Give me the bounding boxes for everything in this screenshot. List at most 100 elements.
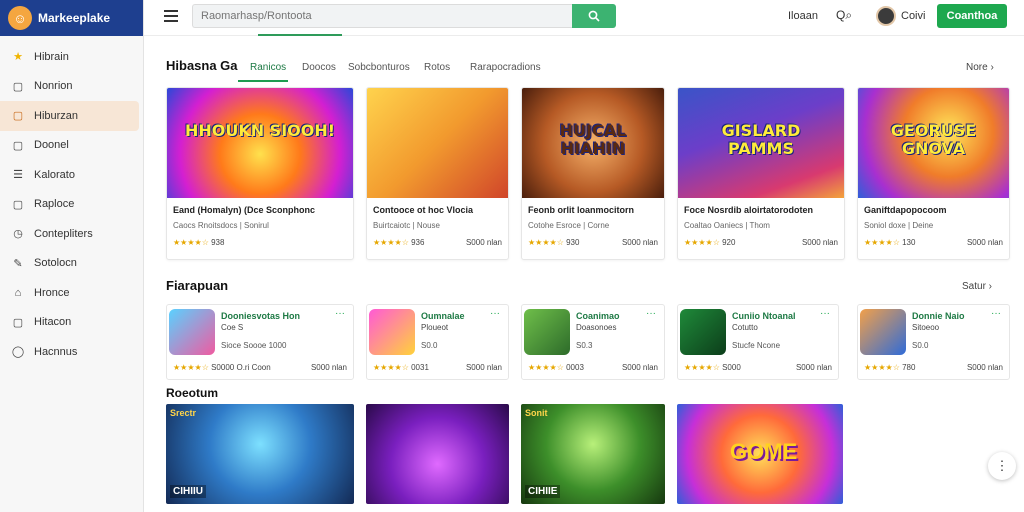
popular-item-meta: Doasonoes	[576, 323, 616, 332]
app-card-price: S000 nlan	[465, 238, 502, 247]
popular-item-line2: Sitoeoo	[912, 323, 940, 332]
more-horizontal-icon[interactable]: ···	[335, 308, 345, 319]
app-card-rating: ★★★★☆ 930	[528, 238, 579, 247]
sidebar-item[interactable]: ▢ Nonrion	[0, 72, 139, 102]
rating-count: S0000	[211, 363, 235, 372]
tab[interactable]: Rarapocradions	[470, 62, 541, 73]
more-options-button[interactable]: ⋮	[988, 452, 1016, 480]
recent-tile[interactable]: Srectr CIHIIU	[166, 404, 354, 504]
more-horizontal-icon[interactable]: ···	[991, 308, 1001, 319]
app-icon	[860, 309, 906, 355]
app-card-title: Ganiftdapopocoom	[864, 205, 947, 215]
sidebar-item[interactable]: ▢ Hitacon	[0, 308, 139, 338]
brand[interactable]: ☺ Markeeplake	[0, 0, 143, 36]
top-link[interactable]: Iloaan	[788, 10, 818, 22]
popular-more-link[interactable]: Satur ›	[962, 281, 992, 292]
popular-item-meta: Sitoeoo	[912, 323, 939, 332]
more-horizontal-icon[interactable]: ···	[820, 308, 830, 319]
search-button[interactable]	[572, 4, 616, 28]
popular-item-rating: ★★★★☆ 0031	[373, 363, 429, 372]
brand-logo-icon: ☺	[8, 6, 32, 30]
app-card-price: S000 nlan	[621, 238, 658, 247]
popular-item[interactable]: Oumnalae ··· Ploueot S0.0 ★★★★☆ 0031 S000 nla…	[366, 304, 509, 380]
search-bar	[192, 4, 616, 28]
star-rating-icon: ★★★★☆	[684, 363, 720, 372]
popular-item-name: Cuniio Ntoanal	[732, 311, 796, 321]
sidebar-item-label: Sotolocn	[34, 257, 77, 270]
tab[interactable]: Ranicos	[250, 62, 286, 73]
document-icon: ▢	[12, 139, 24, 152]
popular-item[interactable]: Cuniio Ntoanal ··· Cotutto Stucfe Ncone ★★★★…	[677, 304, 839, 380]
rating-count: 130	[902, 238, 916, 247]
tab[interactable]: Rotos	[424, 62, 450, 73]
sidebar-item[interactable]: ◷ Contepliters	[0, 219, 139, 249]
popular-item[interactable]: Donnie Naio ··· Sitoeoo S0.0 ★★★★☆ 780 S000 n…	[857, 304, 1010, 380]
app-card-image-text: HHOUKN SIOOH!	[184, 121, 336, 140]
popular-item-price: S000 nlan	[465, 363, 502, 372]
app-card-image-text: GEORUSE GNOVA	[890, 121, 977, 158]
app-card[interactable]: GEORUSE GNOVA Ganiftdapopocoom Soniol doxe…	[857, 87, 1010, 260]
star-rating-icon: ★★★★☆	[373, 238, 409, 247]
sidebar-nav: ★ Hibrain ▢ Nonrion ▢ Hiburzan ▢ Doonel ☰ Kalorat…	[0, 36, 143, 367]
app-card-rating: ★★★★☆ 938	[173, 238, 224, 247]
sidebar-item-label: Nonrion	[34, 80, 73, 93]
popular-item-price: S000 nlan	[310, 363, 347, 372]
avatar[interactable]	[876, 6, 896, 26]
recent-tile-label: CIHIIU	[170, 485, 206, 498]
search-toggle-icon[interactable]: Q⌕	[836, 8, 852, 23]
star-rating-icon: ★★★★☆	[173, 363, 209, 372]
recent-tile[interactable]: Sonit CIHIIE	[521, 404, 665, 504]
app-card[interactable]: GISLARD PAMMS Foce Nosrdib aloirtatorodot…	[677, 87, 845, 260]
popular-item-line3: Sioce Soooe 1000	[221, 341, 287, 350]
popular-item-price: S000 nlan	[621, 363, 658, 372]
rating-count: 780	[902, 363, 916, 372]
rating-count: 920	[722, 238, 736, 247]
app-card[interactable]: HUJCAL HIAHIN Feonb orlit loanmocitorn Cot…	[521, 87, 665, 260]
popular-item-name: Donnie Naio	[912, 311, 965, 321]
sidebar-item-label: Hacnnus	[34, 345, 78, 358]
search-icon	[588, 10, 600, 22]
popular-item-line2: Coe S	[221, 323, 244, 332]
menu-icon[interactable]	[164, 10, 178, 22]
search-input[interactable]	[192, 4, 572, 28]
sidebar-item-label: Hiburzan	[34, 109, 79, 122]
document-icon: ▢	[12, 198, 24, 211]
user-name[interactable]: Coivi	[901, 10, 925, 22]
featured-more-link[interactable]: Nore ›	[966, 62, 994, 73]
app-card-image: GEORUSE GNOVA	[858, 88, 1009, 198]
app-card-subtitle: Cotohe Esroce | Corne	[528, 221, 610, 230]
recent-tile[interactable]	[366, 404, 509, 504]
sidebar-item[interactable]: ▢ Doonel	[0, 131, 139, 161]
sidebar-item[interactable]: ▢ Raploce	[0, 190, 139, 220]
popular-item-rating: ★★★★☆ 780	[864, 363, 915, 372]
popular-item-rating: ★★★★☆ 0003	[528, 363, 584, 372]
sidebar-item[interactable]: ★ Hibrain	[0, 42, 139, 72]
recent-tile[interactable]: GOME	[677, 404, 843, 504]
app-card[interactable]: Contooce ot hoc Vlocia Buirtcaiotc | Nous…	[366, 87, 509, 260]
app-card[interactable]: HHOUKN SIOOH! Eand (Homalyn) (Dce Sconpho…	[166, 87, 354, 260]
sidebar-item[interactable]: ◯ Hacnnus	[0, 337, 139, 367]
popular-item-name: Coanimao	[576, 311, 620, 321]
recent-tile-tag: Sonit	[525, 408, 548, 418]
popular-item-price: S000 nlan	[795, 363, 832, 372]
popular-item[interactable]: Dooniesvotas Hon ··· Coe S Sioce Soooe 1000…	[166, 304, 354, 380]
app-card-image: HUJCAL HIAHIN	[522, 88, 664, 198]
more-horizontal-icon[interactable]: ···	[490, 308, 500, 319]
sidebar-item[interactable]: ✎ Sotolocn	[0, 249, 139, 279]
popular-item-line3: S0.0	[912, 341, 929, 350]
popular-item-line3: Stucfe Ncone	[732, 341, 781, 350]
sidebar-item[interactable]: ⌂ Hronce	[0, 278, 139, 308]
document-icon: ▢	[12, 80, 24, 93]
popular-item[interactable]: Coanimao ··· Doasonoes S0.3 ★★★★☆ 0003 S000 n…	[521, 304, 665, 380]
more-horizontal-icon[interactable]: ···	[646, 308, 656, 319]
document-icon: ▢	[12, 110, 24, 123]
clock-icon: ◷	[13, 228, 23, 241]
app-card-subtitle: Coaltao Oaniecs | Thom	[684, 221, 770, 230]
tab[interactable]: Sobcbonturos	[348, 62, 410, 73]
sidebar-item[interactable]: ▢ Hiburzan	[0, 101, 139, 131]
sidebar-item[interactable]: ☰ Kalorato	[0, 160, 139, 190]
popular-item-rating: ★★★★☆ S000	[684, 363, 741, 372]
app-card-subtitle: Soniol doxe | Deine	[864, 221, 934, 230]
tab[interactable]: Doocos	[302, 62, 336, 73]
primary-cta-button[interactable]: Coanthoa	[937, 4, 1007, 28]
